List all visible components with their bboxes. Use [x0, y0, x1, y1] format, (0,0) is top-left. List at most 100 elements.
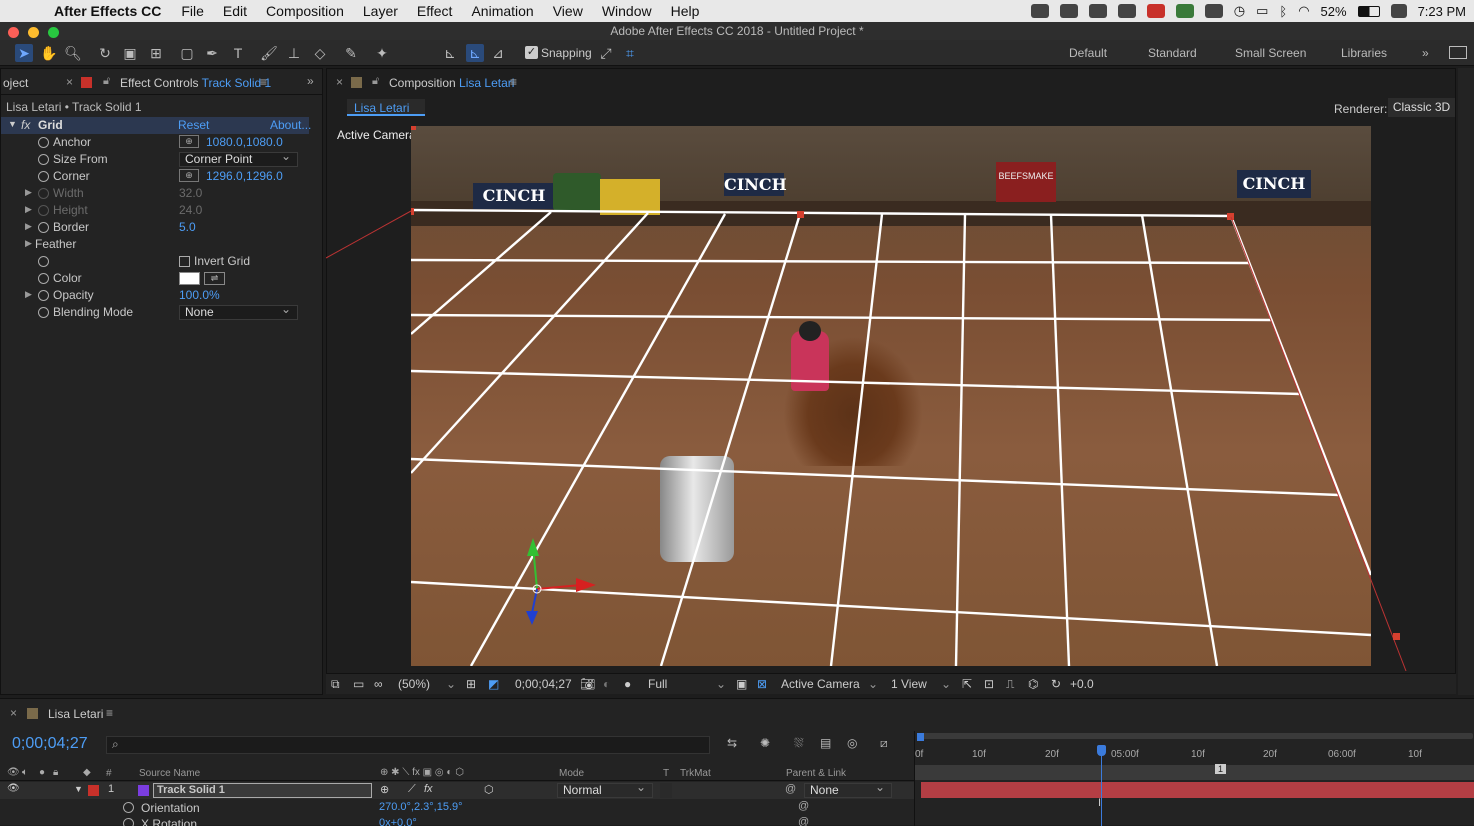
stopwatch-icon[interactable] — [38, 137, 49, 148]
timeline-current-time[interactable]: 0;00;04;27 — [12, 735, 88, 753]
prop-value[interactable]: 1296.0,1296.0 — [206, 169, 283, 183]
stopwatch-icon[interactable] — [38, 222, 49, 233]
evernote-icon[interactable] — [1088, 4, 1107, 18]
menu-edit[interactable]: Edit — [223, 3, 247, 19]
chevron-down-icon[interactable]: ⌄ — [941, 677, 951, 691]
snapping-label[interactable]: Snapping — [541, 46, 592, 60]
solo-icon[interactable]: ● — [39, 767, 45, 778]
type-tool-icon[interactable]: T — [229, 44, 247, 62]
wifi-icon[interactable]: ◠ — [1298, 3, 1309, 19]
quality-switch-icon[interactable]: ⟋ — [408, 783, 416, 796]
close-window-icon[interactable] — [8, 27, 19, 38]
chevron-down-icon[interactable]: ⌄ — [868, 677, 878, 691]
parent-dropdown[interactable]: None — [804, 781, 892, 798]
hide-shy-layers-icon[interactable]: ⛆ — [794, 736, 804, 751]
graph-editor-icon[interactable]: ⧄ — [880, 736, 888, 751]
timeline-icon[interactable]: ⎍ — [1006, 677, 1014, 692]
workspace-standard[interactable]: Standard — [1148, 46, 1197, 60]
playhead-handle[interactable] — [1097, 745, 1106, 756]
visibility-icon[interactable]: 👁︎ — [7, 783, 20, 794]
mask-visibility-icon[interactable]: ◩ — [488, 677, 499, 691]
corner-handle[interactable] — [1393, 633, 1400, 640]
effect-controls-tab[interactable]: Effect Controls Track Solid 1 — [120, 76, 271, 90]
local-axis-icon[interactable]: ⊾ — [441, 44, 459, 62]
grid-guides-icon[interactable]: ⊞ — [466, 677, 476, 691]
layer-row[interactable]: 👁︎ ▼ 1 Track Solid 1 ⊕ ⟋ fx ⬡ Normal @ N… — [0, 781, 914, 799]
expand-triangle-icon[interactable]: ▶ — [25, 221, 32, 232]
menu-help[interactable]: Help — [671, 3, 700, 19]
color-swatch[interactable] — [179, 272, 200, 285]
stopwatch-icon[interactable] — [38, 290, 49, 301]
label-icon[interactable]: ◆ — [83, 767, 91, 778]
about-link[interactable]: About... — [270, 118, 311, 132]
3d-layer-icon[interactable]: ⬡ — [484, 783, 494, 796]
blending-mode-dropdown[interactable]: None — [179, 303, 298, 320]
effect-grid-row[interactable]: ▼ fx Grid Reset About... — [1, 117, 311, 134]
panel-menu-icon[interactable]: ≡ — [106, 706, 113, 720]
layer-name[interactable]: Track Solid 1 — [153, 783, 372, 798]
parent-link-header[interactable]: Parent & Link — [786, 768, 846, 779]
brush-tool-icon[interactable]: 🖌︎ — [260, 44, 278, 62]
search-help-icon[interactable] — [1449, 46, 1467, 59]
view-axis-icon[interactable]: ⊿ — [489, 44, 507, 62]
flowchart-icon[interactable]: ⌬ — [1028, 677, 1038, 691]
size-from-dropdown[interactable]: Corner Point — [179, 150, 298, 167]
close-tab-icon[interactable]: × — [336, 75, 343, 89]
layer-duration-bar[interactable] — [921, 782, 1474, 798]
panel-menu-icon[interactable]: ≡ — [260, 75, 267, 89]
pan-behind-tool-icon[interactable]: ⊞ — [147, 44, 165, 62]
pen-tool-icon[interactable]: ✒ — [203, 44, 221, 62]
snapshot-icon[interactable]: 📷︎ — [580, 677, 595, 691]
timeline-tab[interactable]: Lisa Letari — [48, 707, 103, 721]
eyedropper-icon[interactable]: ⇌ — [204, 272, 225, 285]
invert-grid-checkbox[interactable] — [179, 256, 190, 267]
audio-icon[interactable]: 🔈︎ — [22, 767, 28, 778]
preserve-transparency[interactable] — [660, 783, 672, 798]
prop-value[interactable]: 100.0% — [179, 288, 220, 302]
rectangle-tool-icon[interactable]: ▢ — [178, 44, 196, 62]
selection-tool-icon[interactable]: ➤ — [15, 44, 33, 62]
snap-edges-icon[interactable]: ⤢ — [597, 44, 615, 62]
expand-triangle-icon[interactable]: ▶ — [25, 204, 32, 215]
expand-triangle-icon[interactable]: ▶ — [25, 187, 32, 198]
work-area-start-handle[interactable] — [917, 733, 924, 741]
expand-triangle-icon[interactable]: ▶ — [25, 238, 32, 249]
lock-icon[interactable]: 🔒︎ — [53, 767, 58, 778]
blend-mode-dropdown[interactable]: Normal — [557, 781, 653, 798]
world-axis-icon[interactable]: ⊾ — [466, 44, 484, 62]
roto-brush-tool-icon[interactable]: ✎ — [342, 44, 360, 62]
comp-mini-flowchart-icon[interactable]: ⇆ — [727, 736, 737, 750]
minimize-window-icon[interactable] — [28, 27, 39, 38]
comp-marker[interactable]: 1 — [1215, 764, 1227, 774]
stopwatch-icon[interactable] — [38, 256, 49, 267]
eye-icon[interactable]: 👁︎ — [7, 767, 20, 778]
battery-icon[interactable] — [1357, 5, 1380, 17]
reset-link[interactable]: Reset — [178, 118, 209, 132]
app-name[interactable]: After Effects CC — [54, 3, 161, 19]
transparency-grid-icon[interactable]: ⊠ — [757, 677, 767, 691]
frame-blending-icon[interactable]: ▤ — [820, 736, 831, 750]
region-of-interest-icon[interactable]: ▣ — [736, 677, 747, 691]
acrobat-icon[interactable] — [1146, 4, 1165, 18]
menu-layer[interactable]: Layer — [363, 3, 398, 19]
workspace-libraries[interactable]: Libraries — [1341, 46, 1387, 60]
camera-view-dropdown[interactable]: Active Camera — [781, 677, 860, 691]
stopwatch-icon[interactable] — [38, 273, 49, 284]
property-value[interactable]: 270.0°,2.3°,15.9° — [379, 801, 463, 813]
expand-triangle-icon[interactable]: ▶ — [25, 289, 32, 300]
display-icon[interactable] — [1204, 4, 1223, 18]
workspace-small-screen[interactable]: Small Screen — [1235, 46, 1306, 60]
vr-icon[interactable]: ∞ — [374, 677, 383, 691]
keyboard-icon[interactable] — [1390, 4, 1407, 18]
crosshair-icon[interactable]: ⊕ — [179, 135, 199, 148]
hand-tool-icon[interactable]: ✋ — [40, 44, 58, 62]
comp-marker-track[interactable] — [915, 765, 1474, 780]
zoom-tool-icon[interactable]: 🔍︎ — [64, 44, 82, 62]
always-preview-icon[interactable]: ⧉ — [331, 677, 340, 692]
label-color-icon[interactable] — [88, 785, 99, 796]
work-area-bar[interactable] — [917, 733, 1473, 739]
panel-overflow-icon[interactable]: » — [307, 74, 314, 88]
app-tray-icon[interactable] — [1117, 4, 1136, 18]
puppet-pin-tool-icon[interactable]: ✦ — [373, 44, 391, 62]
expression-pick-whip-icon[interactable]: @ — [798, 800, 809, 812]
